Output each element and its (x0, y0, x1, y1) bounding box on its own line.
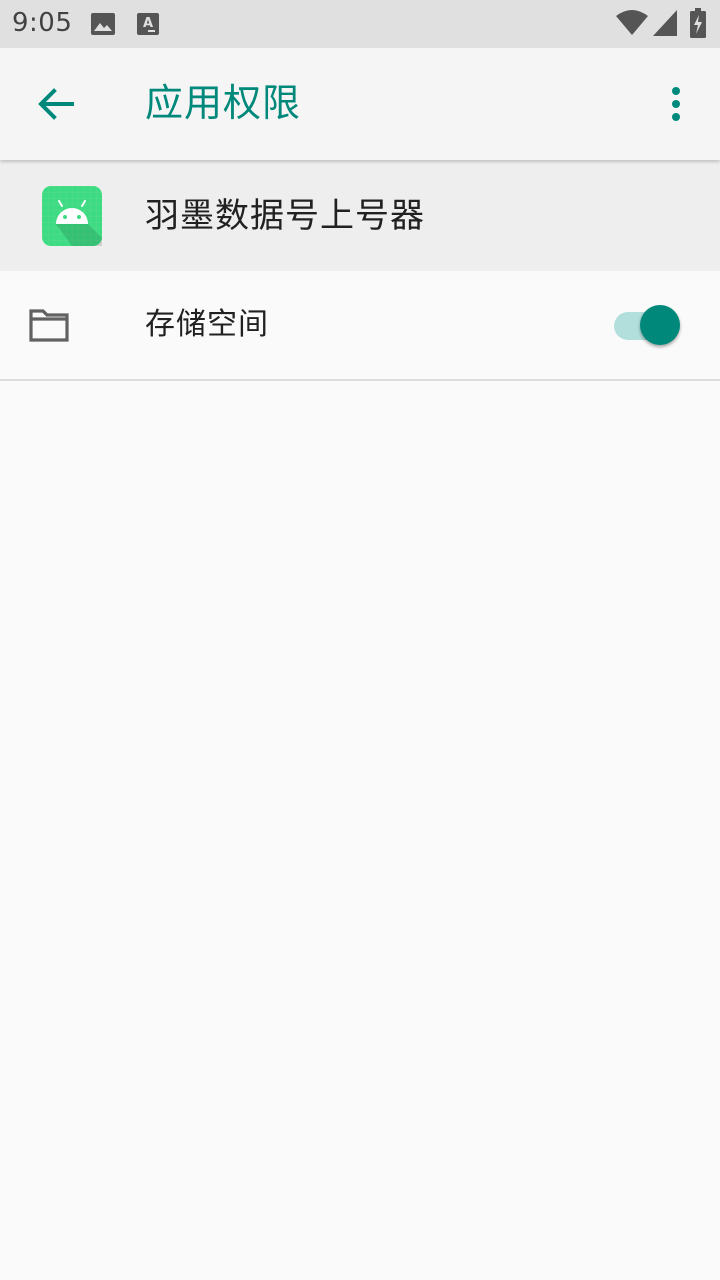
svg-text:A: A (143, 16, 153, 31)
image-icon (91, 13, 115, 35)
android-app-icon (42, 186, 102, 246)
folder-icon (29, 309, 69, 342)
page-title: 应用权限 (145, 81, 302, 125)
divider (0, 379, 720, 381)
permission-row-storage[interactable]: 存储空间 (0, 271, 720, 379)
status-bar: 9:05 A (0, 0, 720, 48)
storage-permission-toggle[interactable] (612, 304, 684, 348)
more-options-button[interactable] (652, 76, 700, 132)
status-time: 9:05 (12, 8, 73, 38)
signal-icon (653, 10, 677, 36)
font-icon: A (137, 13, 159, 35)
wifi-icon (616, 10, 648, 35)
app-name: 羽墨数据号上号器 (145, 196, 425, 236)
back-button[interactable] (28, 76, 84, 132)
app-bar: 应用权限 (0, 48, 720, 160)
app-info-row: 羽墨数据号上号器 (0, 160, 720, 271)
arrow-back-icon (38, 88, 74, 120)
more-vert-icon (672, 87, 680, 121)
toggle-thumb (640, 305, 680, 345)
battery-charging-icon (690, 8, 706, 38)
permission-label: 存储空间 (145, 307, 269, 342)
